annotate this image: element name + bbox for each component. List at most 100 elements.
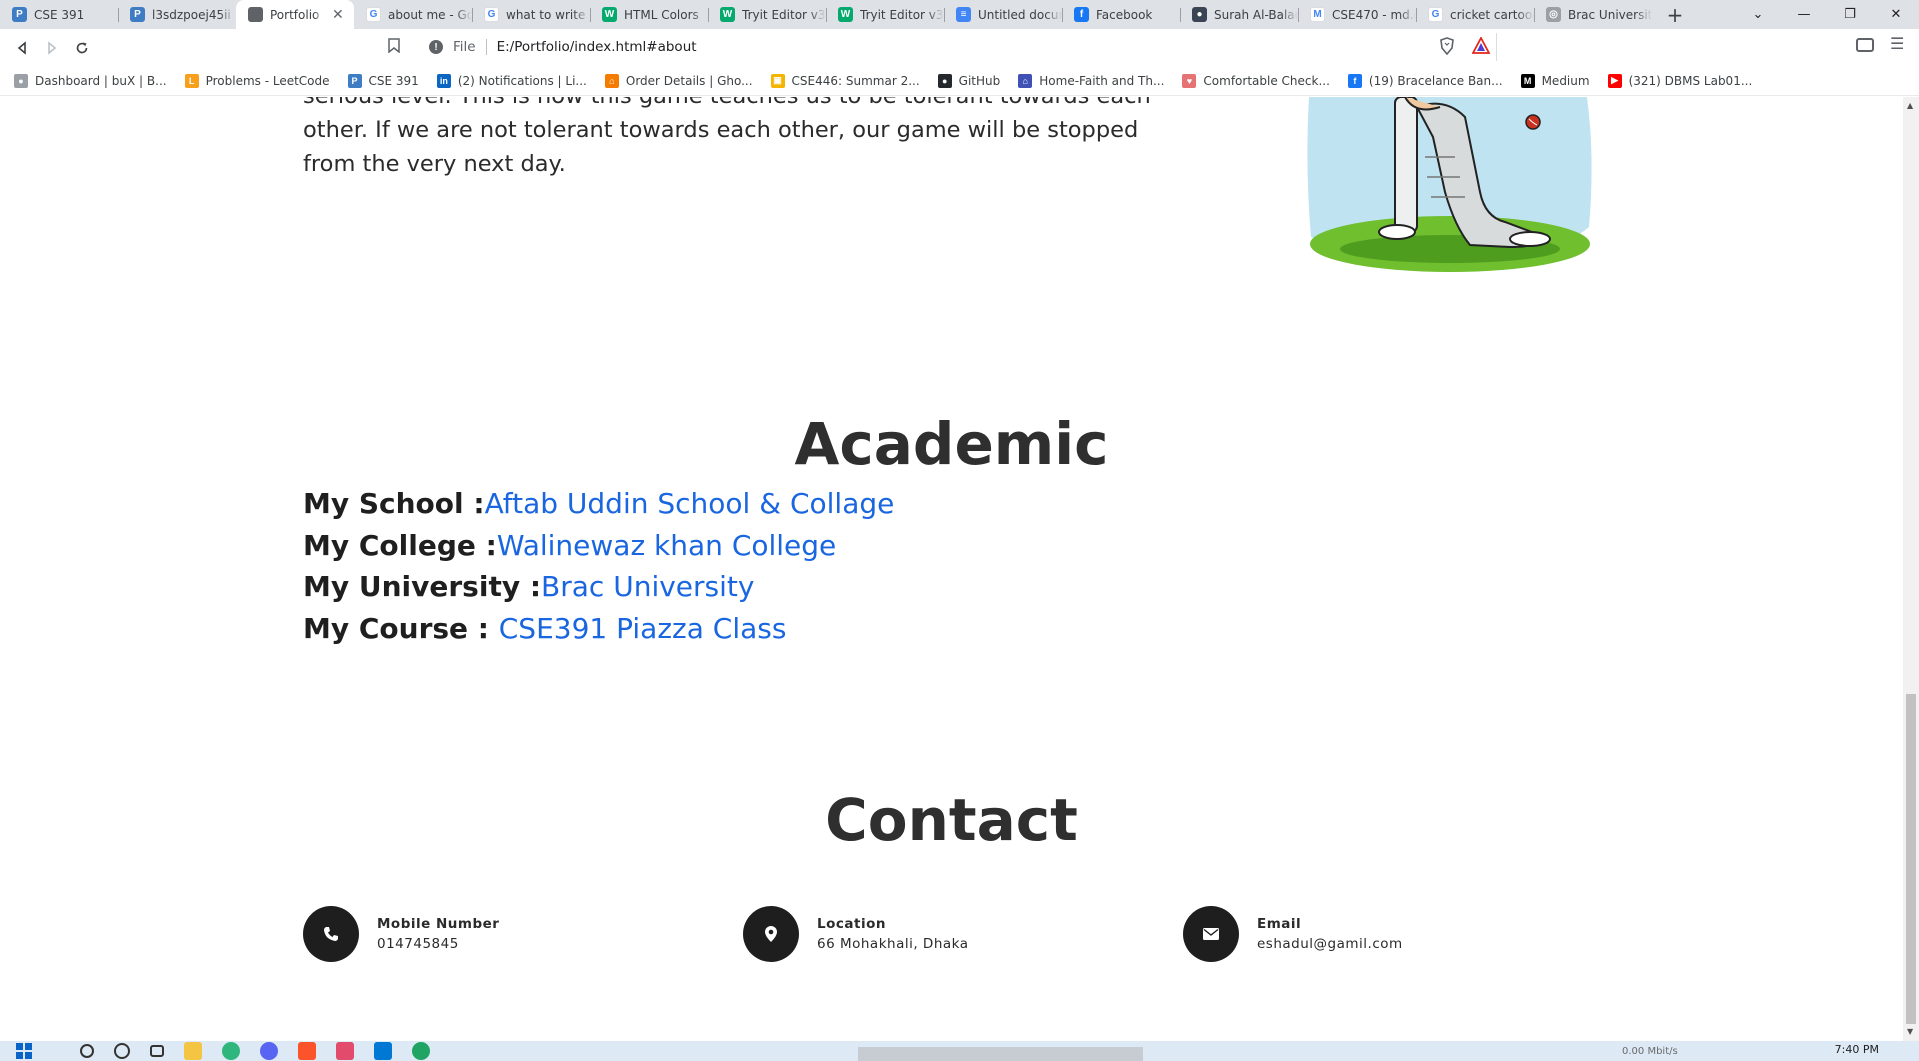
bookmark-item[interactable]: M Medium: [1520, 73, 1590, 88]
restore-button[interactable]: ❐: [1827, 0, 1873, 29]
cricketer-illustration: [1307, 97, 1592, 272]
wallet-icon[interactable]: [1856, 38, 1874, 52]
taskbar-clock[interactable]: 7:40 PM: [1835, 1043, 1879, 1056]
medium-icon: M: [1520, 73, 1535, 88]
vscode-icon[interactable]: [374, 1042, 392, 1060]
network-speed: 0.00 Mbit/s: [1622, 1046, 1678, 1057]
bookmark-label: CSE 391: [368, 73, 419, 88]
bookmark-item[interactable]: P CSE 391: [347, 73, 419, 88]
file-explorer-icon[interactable]: [184, 1042, 202, 1060]
window-controls: ⌄ — ❐ ✕: [1735, 0, 1919, 29]
academic-list: My School :Aftab Uddin School & Collage M…: [303, 483, 894, 649]
bookmarks-bar: ● Dashboard | buX | B... L Problems - LeetC…: [0, 66, 1919, 96]
contact-mobile: Mobile Number 014745845: [303, 906, 499, 962]
bookmark-item[interactable]: ● GitHub: [937, 73, 1001, 88]
search-icon[interactable]: [80, 1044, 94, 1058]
contact-location-title: Location: [817, 916, 886, 932]
site-icon: ⌂: [1018, 73, 1033, 88]
cortana-icon[interactable]: [114, 1043, 130, 1059]
brave-browser-icon[interactable]: [298, 1042, 316, 1060]
tab-search-icon[interactable]: ⌄: [1735, 0, 1781, 29]
academic-row: My College :Walinewaz khan College: [303, 525, 894, 567]
tab-title: about me - Go: [388, 7, 472, 22]
forward-button[interactable]: [37, 33, 67, 63]
tab-title: Portfolio: [270, 7, 320, 22]
bookmark-label: Medium: [1541, 73, 1590, 88]
bookmark-label: GitHub: [958, 73, 1001, 88]
browser-tab[interactable]: ● Surah Al-Balad: [1180, 0, 1298, 29]
browser-tab[interactable]: Gcricket cartoon: [1416, 0, 1534, 29]
new-tab-button[interactable]: +: [1660, 0, 1690, 29]
scrollbar-thumb[interactable]: [1906, 694, 1916, 1024]
windows-start-icon[interactable]: [16, 1043, 32, 1059]
w3schools-icon: W: [602, 7, 617, 22]
taskbar-search-box[interactable]: [858, 1047, 1143, 1061]
page-scrollbar[interactable]: ▲ ▼: [1903, 97, 1919, 1041]
facebook-icon: f: [1347, 73, 1362, 88]
edge-icon[interactable]: [412, 1042, 430, 1060]
brave-rewards-icon[interactable]: [1472, 37, 1490, 55]
academic-link[interactable]: Aftab Uddin School & Collage: [485, 487, 895, 520]
browser-tab-strip: P CSE 391 Pl3sdzpoej45ii Portfolio ✕ Gabout m…: [0, 0, 1919, 29]
site-icon: ♥: [1182, 73, 1197, 88]
browser-tab[interactable]: Gabout me - Go: [354, 0, 472, 29]
academic-link[interactable]: Brac University: [541, 570, 754, 603]
discord-icon[interactable]: [260, 1042, 278, 1060]
google-icon: G: [1428, 7, 1443, 22]
w3schools-icon: W: [838, 7, 853, 22]
browser-tab[interactable]: ≡ Untitled docum: [944, 0, 1062, 29]
slack-icon[interactable]: [222, 1042, 240, 1060]
bookmark-item[interactable]: ● Dashboard | buX | B...: [14, 73, 167, 88]
location-pin-icon: [743, 906, 799, 962]
brave-shield-icon[interactable]: [1439, 37, 1455, 55]
url-text[interactable]: E:/Portfolio/index.html#about: [497, 39, 697, 55]
bookmark-item[interactable]: f (19) Bracelance Ban...: [1347, 73, 1503, 88]
minimize-button[interactable]: —: [1781, 0, 1827, 29]
piazza-icon: P: [130, 7, 145, 22]
browser-tab[interactable]: Gwhat to write a: [472, 0, 590, 29]
back-button[interactable]: [7, 33, 37, 63]
browser-tab[interactable]: ◎ Brac University: [1534, 0, 1652, 29]
contact-heading: Contact: [825, 786, 1078, 854]
bookmark-item[interactable]: ▶ (321) DBMS Lab01...: [1607, 73, 1753, 88]
close-tab-icon[interactable]: ✕: [332, 7, 346, 23]
w3schools-icon: W: [720, 7, 735, 22]
about-paragraph: serious level. This is how this game tea…: [303, 97, 1151, 177]
browser-tab[interactable]: W HTML Colors: [590, 0, 708, 29]
bookmark-label: (19) Bracelance Ban...: [1368, 73, 1503, 88]
forward-arrow-icon: [48, 40, 57, 55]
browser-tab[interactable]: Pl3sdzpoej45ii: [118, 0, 236, 29]
scroll-up-arrow-icon[interactable]: ▲: [1907, 101, 1913, 110]
tab-title: CSE470 - md.e: [1332, 7, 1416, 22]
envelope-icon: [1183, 906, 1239, 962]
menu-icon[interactable]: ☰: [1890, 34, 1904, 53]
bookmark-label: (321) DBMS Lab01...: [1628, 73, 1753, 88]
bookmark-item[interactable]: ⌂ Order Details | Gho...: [604, 73, 753, 88]
academic-label: My Course :: [303, 611, 499, 645]
bookmark-item[interactable]: L Problems - LeetCode: [184, 73, 330, 88]
browser-tab[interactable]: P CSE 391: [0, 0, 118, 29]
bookmark-item[interactable]: ♥ Comfortable Check...: [1182, 73, 1330, 88]
bookmark-item[interactable]: ▣ CSE446: Summar 2...: [770, 73, 920, 88]
task-view-icon[interactable]: [150, 1045, 164, 1057]
site-info-icon[interactable]: !: [429, 40, 443, 54]
back-arrow-icon: [17, 40, 26, 55]
academic-link[interactable]: Walinewaz khan College: [497, 529, 836, 562]
academic-row: My Course : CSE391 Piazza Class: [303, 608, 894, 650]
bookmark-icon[interactable]: [388, 38, 400, 57]
browser-tab[interactable]: f Facebook: [1062, 0, 1180, 29]
tab-title: Tryit Editor v3.7: [742, 7, 826, 22]
browser-tab[interactable]: Portfolio ✕: [236, 0, 354, 29]
intellij-icon[interactable]: [336, 1042, 354, 1060]
browser-tab[interactable]: W Tryit Editor v3.7: [826, 0, 944, 29]
close-window-button[interactable]: ✕: [1873, 0, 1919, 29]
bookmark-item[interactable]: ⌂ Home-Faith and Th...: [1018, 73, 1164, 88]
browser-tab[interactable]: M CSE470 - md.e: [1298, 0, 1416, 29]
academic-link[interactable]: CSE391 Piazza Class: [499, 612, 787, 645]
bookmark-item[interactable]: in (2) Notifications | Li...: [436, 73, 587, 88]
address-bar[interactable]: ! File E:/Portfolio/index.html#about: [415, 33, 1497, 61]
google-icon: G: [366, 7, 381, 22]
scroll-down-arrow-icon[interactable]: ▼: [1907, 1027, 1913, 1036]
browser-tab[interactable]: W Tryit Editor v3.7: [708, 0, 826, 29]
reload-button[interactable]: [67, 33, 97, 63]
